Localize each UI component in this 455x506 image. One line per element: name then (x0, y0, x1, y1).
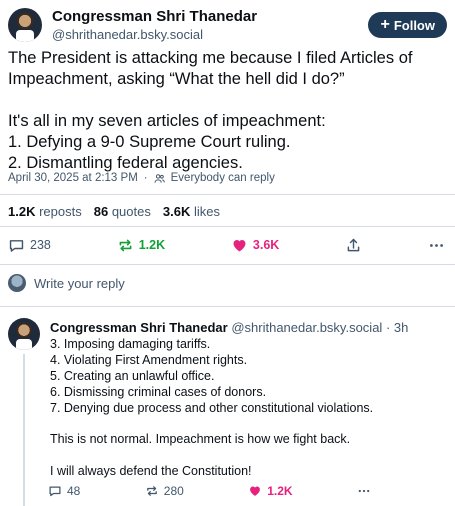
reply-count: 238 (30, 238, 51, 252)
more-icon (430, 243, 443, 247)
more-icon (358, 489, 370, 493)
heart-icon (250, 486, 261, 496)
reply-text: 3. Imposing damaging tariffs. 4. Violati… (50, 337, 374, 479)
divider (0, 264, 455, 265)
reply-author-avatar[interactable] (8, 318, 40, 350)
post-meta: April 30, 2025 at 2:13 PM · Everybody ca… (8, 172, 275, 184)
post-actions: 238 1.2K 3.6K (8, 234, 445, 256)
bluesky-thread: Congressman Shri Thanedar @shrithanedar.… (0, 0, 455, 506)
post-timestamp[interactable]: April 30, 2025 at 2:13 PM (8, 172, 138, 184)
post-stats: 1.2K reposts 86 quotes 3.6K likes (8, 204, 220, 219)
reply-age[interactable]: · 3h (386, 320, 408, 335)
my-avatar (8, 274, 26, 292)
repost-button[interactable]: 1.2K (117, 237, 165, 254)
reply-reply-button[interactable]: 48 (48, 484, 80, 498)
follow-label: Follow (393, 17, 435, 33)
reposts-stat[interactable]: 1.2K reposts (8, 204, 82, 219)
reply-composer[interactable]: Write your reply (8, 274, 125, 292)
author-handle[interactable]: @shrithanedar.bsky.social (52, 26, 368, 43)
author-name[interactable]: Congressman Shri Thanedar (52, 8, 368, 26)
dot-separator: · (143, 172, 148, 184)
reply-author-handle[interactable]: @shrithanedar.bsky.social (231, 320, 382, 335)
reply-icon (9, 239, 24, 252)
divider (0, 194, 455, 195)
heart-icon (233, 239, 246, 251)
more-options-button[interactable] (428, 237, 445, 254)
reply-button[interactable]: 238 (8, 237, 51, 254)
follow-button[interactable]: + Follow (368, 12, 447, 38)
repost-icon (119, 239, 132, 251)
reply-icon (49, 486, 61, 497)
reply-placeholder[interactable]: Write your reply (34, 276, 125, 291)
divider (0, 306, 455, 307)
quotes-stat[interactable]: 86 quotes (94, 204, 151, 219)
divider (0, 226, 455, 227)
share-icon (347, 238, 360, 251)
repost-count: 1.2K (138, 238, 166, 252)
reply-repost-button[interactable]: 280 (145, 484, 184, 498)
reply-reply-count: 48 (67, 484, 81, 498)
likes-stat[interactable]: 3.6K likes (163, 204, 220, 219)
post-header: Congressman Shri Thanedar @shrithanedar.… (8, 6, 447, 44)
reply-like-count: 1.2K (267, 484, 293, 498)
author-block: Congressman Shri Thanedar @shrithanedar.… (52, 8, 368, 43)
reply-header: Congressman Shri Thanedar @shrithanedar.… (50, 319, 447, 336)
share-button[interactable] (345, 237, 362, 254)
people-icon (154, 173, 165, 183)
reply-repost-count: 280 (163, 484, 184, 498)
reply-like-button[interactable]: 1.2K (248, 484, 293, 498)
like-button[interactable]: 3.6K (231, 237, 279, 254)
like-count: 3.6K (252, 238, 280, 252)
reply-more-options-button[interactable] (357, 484, 371, 498)
thread-line (23, 354, 25, 506)
reply-actions: 48 280 1.2K (48, 482, 371, 500)
reply-author-name[interactable]: Congressman Shri Thanedar (50, 320, 228, 335)
plus-icon: + (380, 16, 390, 33)
reply-setting[interactable]: Everybody can reply (171, 172, 275, 184)
author-avatar[interactable] (8, 8, 42, 42)
repost-icon (146, 486, 157, 496)
post-text: The President is attacking me because I … (8, 49, 413, 172)
